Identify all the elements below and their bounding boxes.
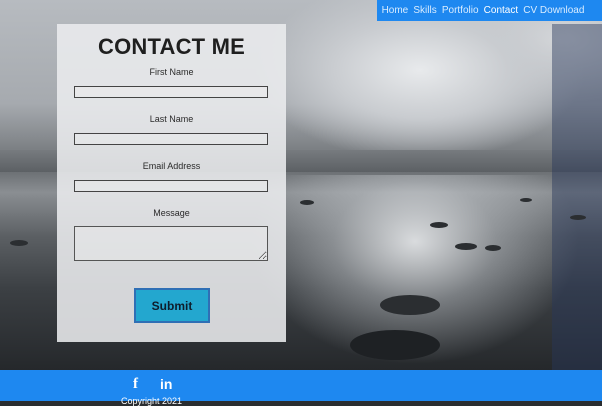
contact-form: CONTACT ME First Name Last Name Email Ad… (57, 24, 286, 342)
nav-contact-link[interactable]: Contact (484, 5, 518, 16)
submit-button[interactable]: Submit (134, 288, 210, 323)
nav-cv-download-link[interactable]: CV Download (523, 5, 584, 16)
footer: f in Copyright 2021 (0, 370, 602, 406)
message-label: Message (153, 208, 190, 218)
rock (300, 200, 314, 205)
rock (10, 240, 28, 246)
first-name-label: First Name (149, 67, 194, 77)
rock (520, 198, 532, 202)
rock (380, 295, 440, 315)
background-shadow-strip (552, 24, 602, 370)
linkedin-icon[interactable]: in (160, 376, 172, 392)
rock (570, 215, 586, 220)
rock (485, 245, 501, 251)
rock (455, 243, 477, 250)
nav-skills-link[interactable]: Skills (413, 5, 436, 16)
copyright-text: Copyright 2021 (121, 396, 183, 406)
facebook-icon[interactable]: f (133, 376, 138, 393)
last-name-field[interactable] (74, 133, 268, 145)
nav-portfolio-link[interactable]: Portfolio (442, 5, 479, 16)
top-navigation: Home Skills Portfolio Contact CV Downloa… (377, 0, 589, 21)
nav-home-link[interactable]: Home (382, 5, 409, 16)
first-name-field[interactable] (74, 86, 268, 98)
nav-edge (589, 0, 602, 21)
rock (350, 330, 440, 360)
email-field[interactable] (74, 180, 268, 192)
last-name-label: Last Name (149, 114, 194, 124)
rock (430, 222, 448, 228)
email-label: Email Address (142, 161, 201, 171)
message-textarea[interactable] (74, 226, 268, 261)
page-title: CONTACT ME (97, 34, 246, 59)
